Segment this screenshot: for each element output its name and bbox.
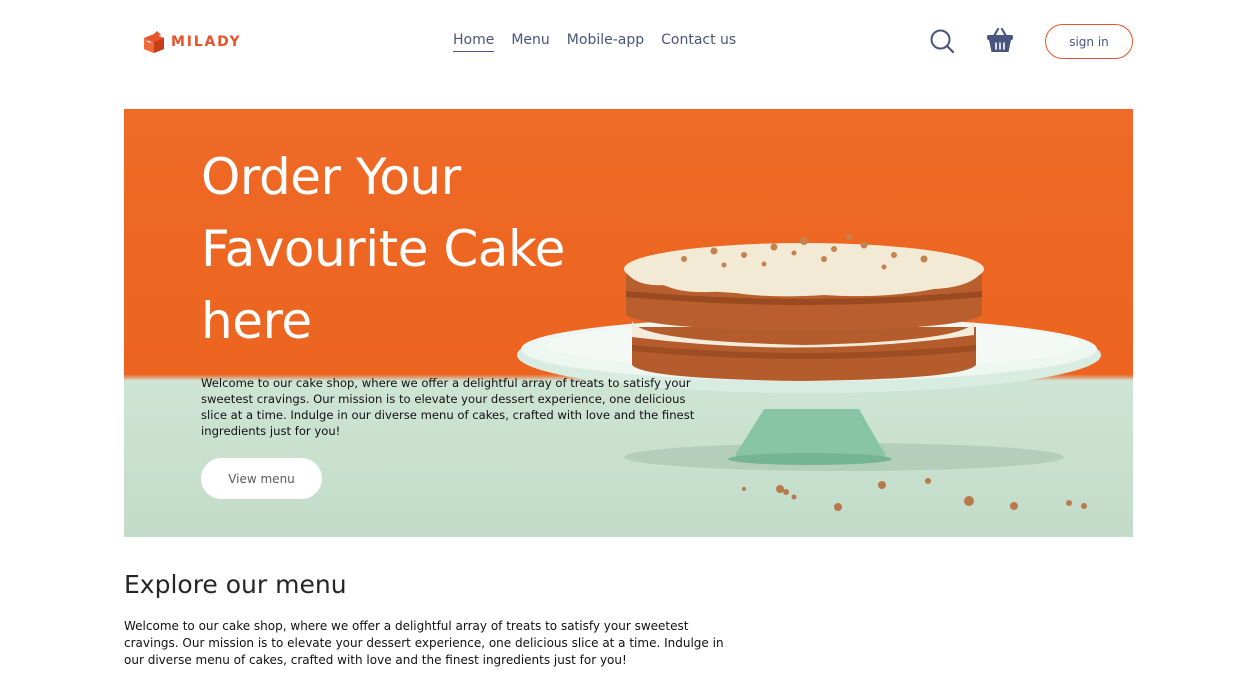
- logo[interactable]: MILADY: [142, 30, 241, 54]
- view-menu-button[interactable]: View menu: [201, 458, 322, 499]
- cake-box-logo-icon: [144, 31, 164, 53]
- brand-name: MILADY: [171, 34, 242, 50]
- nav-link-home[interactable]: Home: [453, 32, 495, 52]
- nav-link-menu[interactable]: Menu: [511, 32, 549, 52]
- basket-icon[interactable]: [985, 26, 1015, 54]
- nav-link-contact-us[interactable]: Contact us: [661, 32, 736, 52]
- hero-banner: Order Your Favourite Cake here Welcome t…: [124, 109, 1133, 537]
- explore-menu-description: Welcome to our cake shop, where we offer…: [124, 619, 724, 667]
- hero-description: Welcome to our cake shop, where we offer…: [201, 376, 695, 438]
- nav-link-mobile-app[interactable]: Mobile-app: [567, 32, 644, 52]
- main-nav: Home Menu Mobile-app Contact us: [453, 32, 736, 52]
- hero-title: Order Your Favourite Cake here: [201, 148, 565, 350]
- sign-in-button[interactable]: sign in: [1045, 24, 1133, 59]
- explore-menu-title: Explore our menu: [124, 570, 347, 599]
- search-icon[interactable]: [929, 28, 955, 54]
